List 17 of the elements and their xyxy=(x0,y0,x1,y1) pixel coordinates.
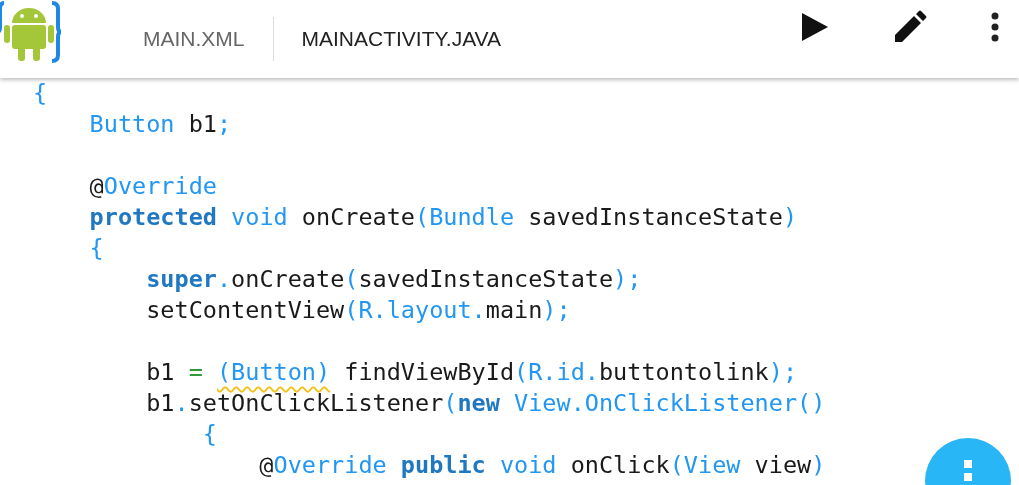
code-line: setContentView(R.layout.main); xyxy=(145,295,571,326)
code-line: protected void onCreate(Bundle savedInstanceState) xyxy=(88,202,798,233)
play-icon xyxy=(799,12,829,42)
code-line: b1.setOnClickListener(new View.OnClickListener() xyxy=(145,388,826,419)
code-line: { xyxy=(201,419,217,450)
code-line: { xyxy=(33,78,48,109)
editor-tab[interactable]: MAIN.XML xyxy=(115,23,273,55)
code-line: b1 = (Button) findViewById(R.id.buttontolink); xyxy=(145,357,798,388)
more-icon xyxy=(991,12,999,42)
dots-icon xyxy=(964,460,972,482)
code-line: super.onCreate(savedInstanceState); xyxy=(145,264,642,295)
editor-tab[interactable]: MAINACTIVITY.JAVA xyxy=(273,23,530,55)
code-line: Button b1; xyxy=(88,109,232,140)
code-line: @Override public void onClick(View view) xyxy=(258,450,826,481)
code-line: { xyxy=(88,233,104,264)
pencil-icon xyxy=(893,10,927,44)
code-line: @Override xyxy=(88,171,217,202)
